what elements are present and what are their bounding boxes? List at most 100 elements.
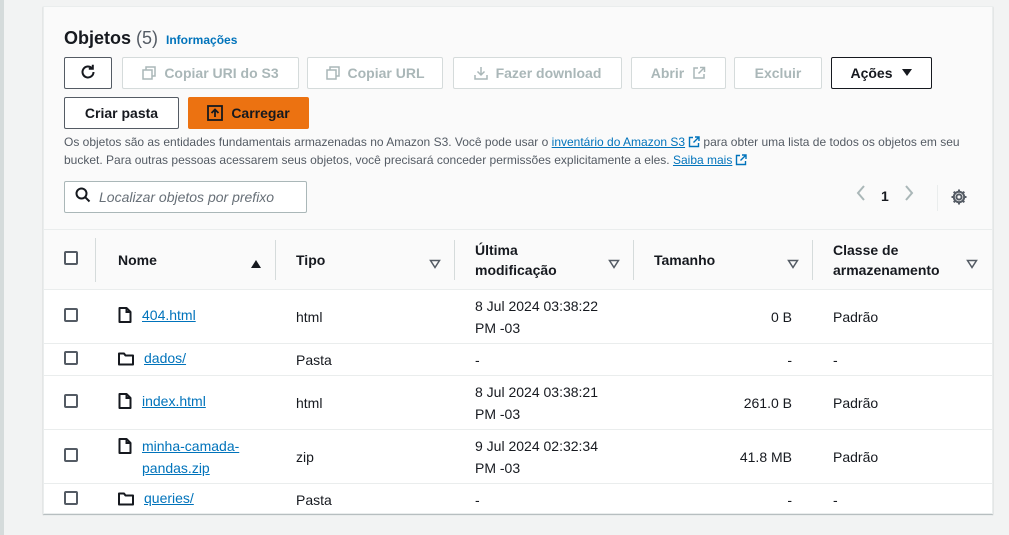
open-label: Abrir	[650, 65, 685, 81]
folder-icon	[118, 490, 134, 512]
column-header-type[interactable]: Tipo	[276, 229, 455, 290]
delete-button[interactable]: Excluir	[734, 57, 822, 89]
row-checkbox[interactable]	[64, 393, 78, 408]
table-row[interactable]: minha-camada-pandas.zip zip 9 Jul 2024 02:…	[44, 429, 992, 484]
storage-class-cell: Padrão	[813, 375, 992, 430]
copy-url-button[interactable]: Copiar URL	[307, 57, 443, 89]
download-button[interactable]: Fazer download	[453, 57, 622, 89]
modified-cell: 9 Jul 2024 02:32:34 PM -03	[455, 429, 634, 484]
modified-cell: 8 Jul 2024 03:38:22 PM -03	[455, 289, 634, 344]
row-checkbox[interactable]	[64, 490, 78, 505]
description-text-1: Os objetos são as entidades fundamentais…	[64, 135, 552, 149]
type-cell: html	[276, 375, 455, 430]
upload-button[interactable]: Carregar	[188, 97, 309, 129]
refresh-icon	[79, 63, 97, 84]
search-box[interactable]	[64, 181, 307, 213]
copy-url-label: Copiar URL	[347, 65, 425, 81]
actions-label: Ações	[850, 65, 893, 81]
row-checkbox[interactable]	[64, 447, 78, 462]
object-name-link[interactable]: 404.html	[142, 304, 196, 326]
size-cell: -	[634, 483, 813, 516]
table-row[interactable]: 404.html html 8 Jul 2024 03:38:22 PM -03 0 B…	[44, 289, 992, 344]
objects-description: Os objetos são as entidades fundamentais…	[64, 134, 979, 170]
type-cell: Pasta	[276, 343, 455, 376]
objects-table: Nome Tipo Última modificação Tamanho Cla…	[44, 229, 992, 516]
column-header-name[interactable]: Nome	[96, 229, 276, 290]
info-link[interactable]: Informações	[166, 33, 237, 47]
modified-line-1: 8 Jul 2024 03:38:22	[475, 297, 598, 314]
download-label: Fazer download	[495, 65, 602, 81]
column-header-modified[interactable]: Última modificação	[455, 229, 634, 290]
modified-line-1: -	[475, 351, 480, 368]
actions-dropdown-button[interactable]: Ações	[831, 57, 932, 89]
object-name-link[interactable]: queries/	[144, 487, 194, 509]
folder-icon	[118, 350, 134, 372]
row-select-cell	[44, 289, 96, 344]
modified-line-1: 9 Jul 2024 02:32:34	[475, 437, 598, 454]
gear-icon[interactable]	[950, 188, 968, 211]
modified-line-2: PM -03	[475, 459, 521, 476]
column-label-size: Tamanho	[654, 251, 716, 268]
prev-page-icon[interactable]	[856, 185, 866, 206]
name-cell: queries/	[96, 483, 276, 516]
upload-label: Carregar	[231, 105, 290, 121]
sort-icon[interactable]	[429, 254, 441, 274]
title-row: Objetos (5) Informações	[64, 28, 237, 49]
column-label-storage-1: Classe de	[833, 241, 899, 258]
type-cell: zip	[276, 429, 455, 484]
pagination: 1	[856, 185, 914, 206]
refresh-button[interactable]	[64, 57, 112, 89]
modified-line-1: 8 Jul 2024 03:38:21	[475, 383, 598, 400]
next-page-icon[interactable]	[904, 185, 914, 206]
table-row[interactable]: dados/Pasta - - -	[44, 343, 992, 376]
external-link-icon	[688, 136, 700, 152]
object-name-line-1: dados/	[144, 350, 187, 366]
learn-more-link[interactable]: Saiba mais	[673, 153, 732, 167]
size-cell: 261.0 B	[634, 375, 813, 430]
row-checkbox[interactable]	[64, 307, 78, 322]
page-title: Objetos	[64, 28, 132, 48]
sort-icon[interactable]	[787, 254, 799, 274]
size-cell: 41.8 MB	[634, 429, 813, 484]
modified-cell: -	[455, 483, 634, 516]
object-name-link[interactable]: index.html	[142, 390, 206, 412]
modified-line-2: PM -03	[475, 319, 521, 336]
select-all-checkbox[interactable]	[64, 250, 78, 265]
open-button[interactable]: Abrir	[631, 57, 726, 89]
file-icon	[118, 393, 132, 415]
object-name-line-1: index.html	[142, 393, 206, 409]
column-label-type: Tipo	[296, 251, 326, 268]
column-header-storage-class[interactable]: Classe de armazenamento	[813, 229, 992, 290]
download-icon	[473, 66, 488, 80]
upload-icon	[207, 105, 224, 121]
pager-divider	[937, 185, 938, 211]
object-name-link[interactable]: minha-camada-pandas.zip	[142, 435, 239, 479]
left-edge-strip	[0, 0, 4, 535]
table-row[interactable]: index.html html 8 Jul 2024 03:38:21 PM -03 2…	[44, 375, 992, 430]
column-header-size[interactable]: Tamanho	[634, 229, 813, 290]
sort-icon[interactable]	[608, 254, 620, 274]
sort-icon[interactable]	[966, 254, 978, 274]
sort-ascending-icon[interactable]	[250, 254, 262, 274]
row-checkbox[interactable]	[64, 350, 78, 365]
storage-class-cell: Padrão	[813, 429, 992, 484]
table-row[interactable]: queries/Pasta - - -	[44, 483, 992, 516]
type-cell: html	[276, 289, 455, 344]
inventory-link[interactable]: inventário do Amazon S3	[552, 135, 685, 149]
caret-down-icon	[901, 68, 913, 78]
column-label-modified-2: modificação	[475, 261, 557, 278]
column-label-storage-2: armazenamento	[833, 261, 940, 278]
copy-s3-uri-button[interactable]: Copiar URI do S3	[122, 57, 299, 89]
modified-line-1: -	[475, 491, 480, 508]
search-input[interactable]	[99, 189, 299, 205]
size-cell: -	[634, 343, 813, 376]
object-name-link[interactable]: dados/	[144, 347, 186, 369]
copy-icon	[142, 66, 157, 80]
row-select-cell	[44, 483, 96, 516]
name-cell: index.html	[96, 375, 276, 430]
storage-class-cell: Padrão	[813, 289, 992, 344]
create-folder-button[interactable]: Criar pasta	[64, 97, 179, 129]
name-cell: 404.html	[96, 289, 276, 344]
modified-cell: -	[455, 343, 634, 376]
current-page[interactable]: 1	[881, 188, 889, 204]
